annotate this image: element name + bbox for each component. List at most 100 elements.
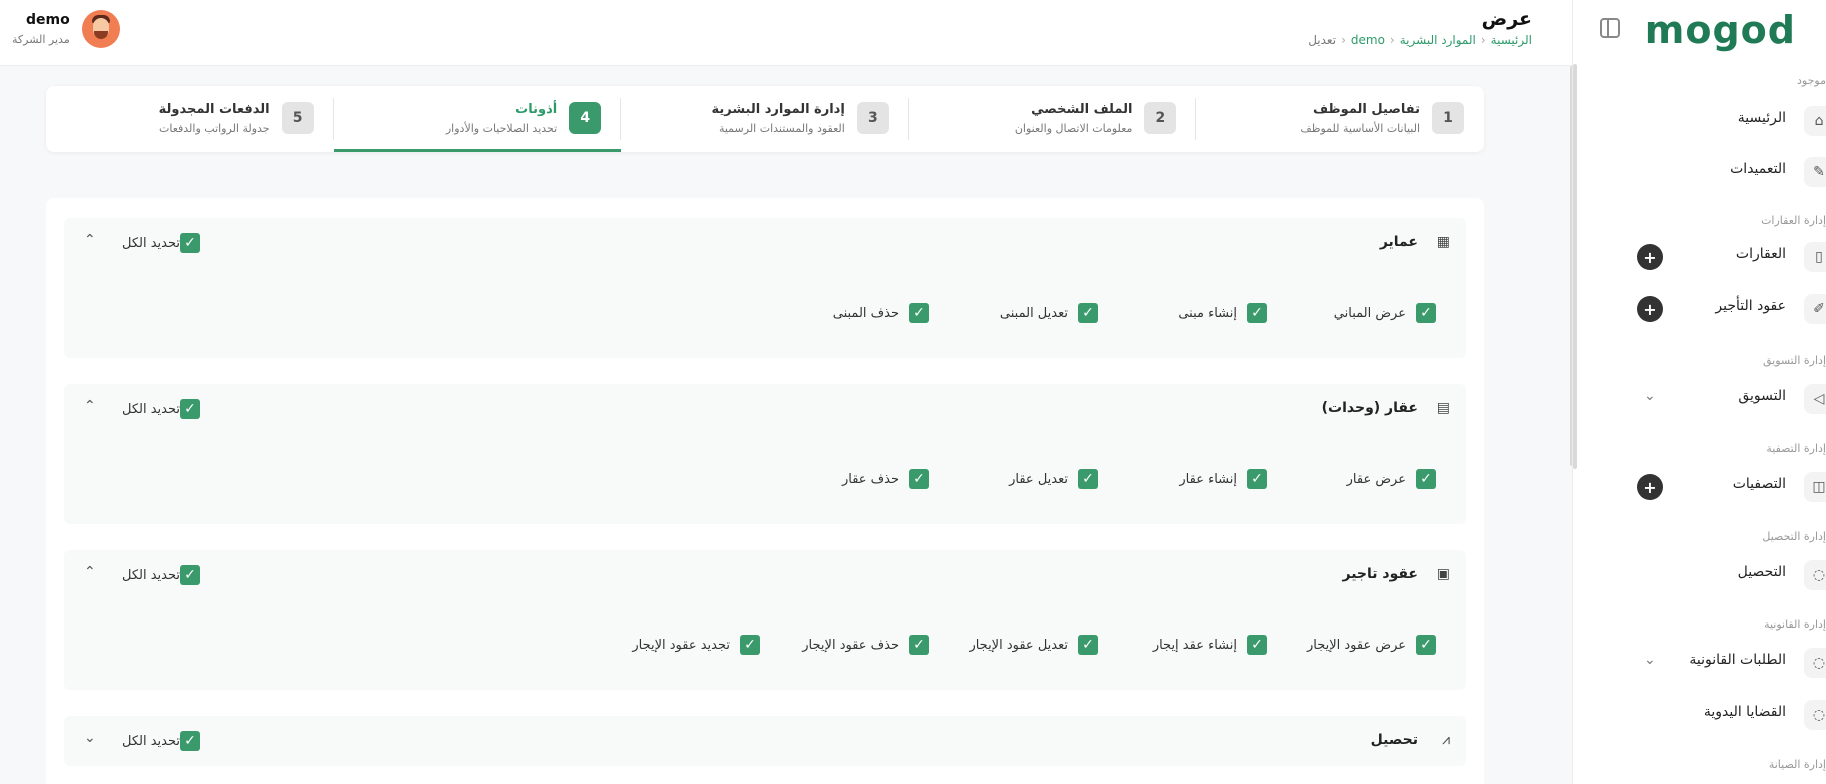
step-5[interactable]: 5 الدفعات المجدولة جدولة الرواتب والدفعات (66, 86, 314, 152)
sidebar-item-label: التحصيل (1737, 564, 1786, 580)
permission-checkbox[interactable]: ✓ عرض عقار (1347, 468, 1436, 490)
select-all-checkbox[interactable]: ✓ تحديد الكل (122, 564, 201, 586)
checkbox-checked-icon[interactable]: ✓ (1416, 303, 1436, 323)
sidebar-section-label: إدارة التسويق (1762, 354, 1826, 367)
sidebar-item[interactable]: ◫ التصفيات + (1573, 466, 1826, 506)
select-all-checkbox[interactable]: ✓ تحديد الكل (122, 730, 201, 752)
permission-group-header[interactable]: ▤ عقار (وحدات) ✓ تحديد الكل ⌃ (64, 384, 1466, 434)
step-4[interactable]: 4 أذونات تحديد الصلاحيات والأدوار (354, 86, 602, 152)
stamp-icon: ✎ (1804, 157, 1826, 187)
permission-label: عرض عقار (1346, 471, 1406, 487)
checkbox-checked-icon[interactable]: ✓ (1247, 469, 1267, 489)
sidebar-item[interactable]: ✐ عقود التأجير + (1573, 288, 1826, 328)
step-2[interactable]: 2 الملف الشخصي معلومات الاتصال والعنوان (929, 86, 1177, 152)
sidebar-item-label: الطلبات القانونية (1689, 652, 1786, 668)
checkbox-checked-icon[interactable]: ✓ (1416, 635, 1436, 655)
avatar-beard (94, 31, 108, 39)
checkbox-checked-icon[interactable]: ✓ (1078, 635, 1098, 655)
select-all-checkbox[interactable]: ✓ تحديد الكل (122, 398, 201, 420)
checkbox-checked-icon[interactable]: ✓ (1078, 303, 1098, 323)
sidebar-toggle-icon[interactable] (1600, 18, 1620, 38)
sidebar-item-label: العقارات (1735, 246, 1786, 262)
permission-checkbox[interactable]: ✓ حذف عقار (842, 468, 929, 490)
select-all-label: تحديد الكل (122, 567, 181, 583)
legal-icon: ◌ (1804, 648, 1826, 678)
checkbox-checked-icon[interactable]: ✓ (1247, 303, 1267, 323)
breadcrumb-home[interactable]: الرئيسية (1491, 33, 1532, 47)
checkbox-checked-icon[interactable]: ✓ (1416, 469, 1436, 489)
chevron-down-icon[interactable]: ⌄ (1644, 388, 1656, 404)
permission-checkbox[interactable]: ✓ تعديل عقار (1009, 468, 1098, 490)
contract-icon: ✐ (1804, 294, 1826, 324)
user-name[interactable]: demo (26, 12, 70, 28)
select-all-checkbox[interactable]: ✓ تحديد الكل (122, 232, 201, 254)
checkbox-checked-icon[interactable]: ✓ (180, 565, 201, 585)
permission-checkbox[interactable]: ✓ تعديل عقود الإيجار (969, 634, 1098, 656)
logo[interactable]: mogod (1645, 8, 1796, 52)
checkbox-checked-icon[interactable]: ✓ (180, 399, 201, 419)
permission-checkbox[interactable]: ✓ حذف المبنى (833, 302, 929, 324)
breadcrumb-employee[interactable]: demo (1351, 33, 1385, 47)
add-circle-icon[interactable]: + (1637, 296, 1663, 322)
permission-group: ▤ عقار (وحدات) ✓ تحديد الكل ⌃ ✓ عرض عقار ✓ إنشاء… (64, 384, 1466, 524)
chevron-down-icon[interactable]: ⌄ (84, 730, 96, 746)
sidebar-item[interactable]: ◌ التحصيل (1573, 554, 1826, 594)
chevron-up-icon[interactable]: ⌃ (84, 398, 96, 414)
step-title: الملف الشخصي (1031, 102, 1133, 117)
step-number: 1 (1432, 102, 1464, 134)
add-circle-icon[interactable]: + (1637, 244, 1663, 270)
permission-group-header[interactable]: ⩘ تحصيل ✓ تحديد الكل ⌄ (64, 716, 1466, 766)
checkbox-checked-icon[interactable]: ✓ (1078, 469, 1098, 489)
case-icon: ◌ (1804, 700, 1826, 730)
permission-checkbox[interactable]: ✓ إنشاء عقد إيجار (1153, 634, 1267, 656)
permission-group-title: عقار (وحدات) (1321, 400, 1418, 416)
chevron-up-icon[interactable]: ⌃ (84, 564, 96, 580)
sidebar-section-label: إدارة التصفية (1766, 442, 1826, 455)
sidebar-section-label: إدارة العقارات (1761, 214, 1826, 227)
sidebar-item[interactable]: ◁ التسويق ⌄ (1573, 378, 1826, 418)
sidebar-item[interactable]: ✎ التعميدات (1573, 151, 1826, 191)
checkbox-checked-icon[interactable]: ✓ (1247, 635, 1267, 655)
sidebar-section-label: إدارة الصيانة (1768, 758, 1826, 771)
breadcrumb-separator-icon: ‹ (1389, 33, 1395, 47)
chevron-down-icon[interactable]: ⌄ (1644, 652, 1656, 668)
step-number: 2 (1144, 102, 1177, 134)
sidebar-item[interactable]: ⌂ الرئيسية (1573, 100, 1826, 140)
sidebar-item[interactable]: ▯ العقارات + (1573, 236, 1826, 276)
checkbox-checked-icon[interactable]: ✓ (740, 635, 760, 655)
checkbox-checked-icon[interactable]: ✓ (180, 233, 201, 253)
permission-label: عرض المباني (1333, 305, 1406, 321)
chevron-up-icon[interactable]: ⌃ (84, 232, 96, 248)
permission-checkbox[interactable]: ✓ إنشاء عقار (1179, 468, 1267, 490)
step-1[interactable]: 1 تفاصيل الموظف البيانات الأساسية للموظف (1216, 86, 1464, 152)
step-title: أذونات (515, 102, 558, 117)
checkbox-checked-icon[interactable]: ✓ (180, 731, 201, 751)
breadcrumb-separator-icon: ‹ (1341, 33, 1346, 47)
permission-group-header[interactable]: ▣ عقود تاجير ✓ تحديد الكل ⌃ (64, 550, 1466, 600)
permission-label: إنشاء مبنى (1178, 305, 1237, 321)
step-3[interactable]: 3 إدارة الموارد البشرية العقود والمستندات … (641, 86, 889, 152)
add-circle-icon[interactable]: + (1637, 474, 1663, 500)
checkbox-checked-icon[interactable]: ✓ (909, 303, 929, 323)
permission-group-title: تحصيل (1370, 732, 1418, 748)
permission-checkbox[interactable]: ✓ تجديد عقود الإيجار (632, 634, 760, 656)
avatar[interactable] (82, 10, 120, 48)
step-title: تفاصيل الموظف (1312, 102, 1420, 117)
permission-group-header[interactable]: ▦ عماير ✓ تحديد الكل ⌃ (64, 218, 1466, 268)
permissions-panel: ▦ عماير ✓ تحديد الكل ⌃ ✓ عرض المباني ✓ إنشاء مبن… (46, 198, 1484, 784)
checkbox-checked-icon[interactable]: ✓ (909, 635, 929, 655)
step-title: الدفعات المجدولة (158, 102, 270, 117)
permission-checkbox[interactable]: ✓ عرض المباني (1334, 302, 1436, 324)
permission-checkbox[interactable]: ✓ إنشاء مبنى (1178, 302, 1267, 324)
checkbox-checked-icon[interactable]: ✓ (909, 469, 929, 489)
sidebar-item[interactable]: ◌ الطلبات القانونية ⌄ (1573, 642, 1826, 682)
permission-checkbox[interactable]: ✓ تعديل المبنى (1000, 302, 1098, 324)
building-icon: ▦ (1436, 234, 1450, 250)
breadcrumb-hr[interactable]: الموارد البشرية (1400, 33, 1476, 47)
permission-checkbox[interactable]: ✓ عرض عقود الإيجار (1307, 634, 1436, 656)
page-title: عرض (1481, 8, 1532, 30)
active-step-underline (333, 149, 622, 152)
permission-checkbox[interactable]: ✓ حذف عقود الإيجار (802, 634, 929, 656)
sidebar-item[interactable]: ◌ القضايا اليدوية (1573, 694, 1826, 734)
document-icon: ▤ (1436, 400, 1450, 416)
